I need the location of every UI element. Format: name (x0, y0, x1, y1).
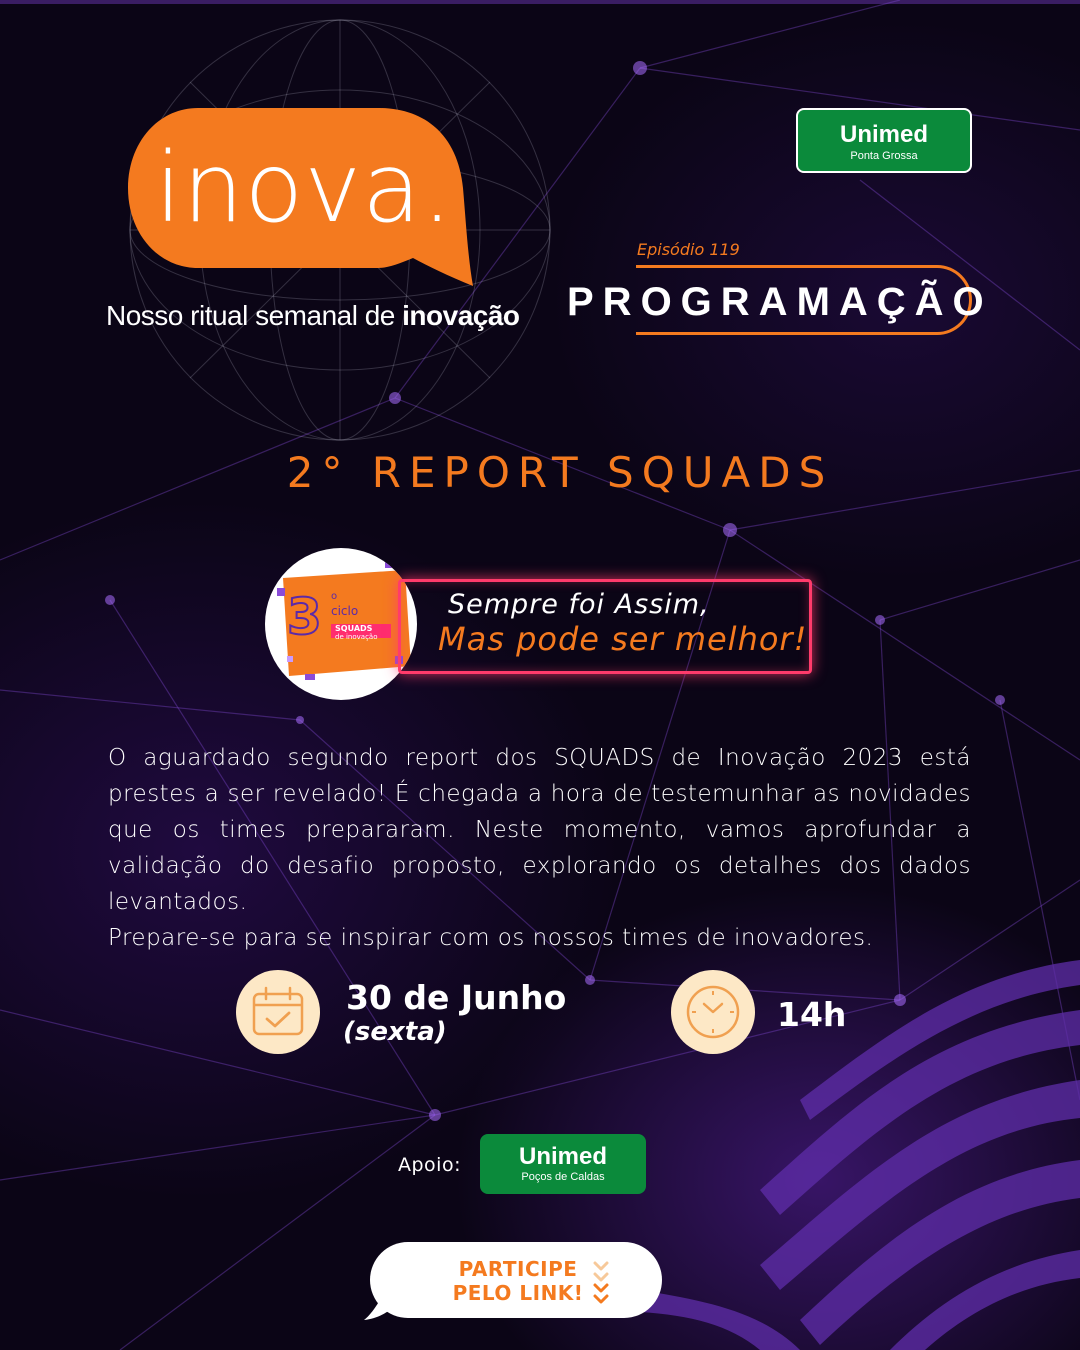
event-weekday: (sexta) (343, 1017, 447, 1047)
cta-label: PARTICIPE PELO LINK! (434, 1257, 602, 1305)
logo-wordmark: inova. (155, 132, 454, 244)
calendar-check-icon (252, 986, 304, 1036)
unimed-ponta-grossa-logo: Unimed Ponta Grossa (796, 108, 972, 173)
tagline-bold: inovação (402, 300, 520, 331)
unimed-name: Unimed (839, 121, 928, 148)
clock-icon (686, 985, 740, 1039)
unimed-city: Ponta Grossa (850, 150, 918, 162)
support-label: Apoio: (398, 1154, 461, 1176)
cta-line-2: PELO LINK! (452, 1281, 584, 1305)
section-title: PROGRAMAÇÃO (567, 280, 993, 324)
event-time: 14h (777, 995, 847, 1034)
report-title: 2° REPORT SQUADS (286, 448, 834, 497)
squads-badge: 3 o ciclo SQUADS de inovação (265, 548, 417, 700)
event-date: 30 de Junho (346, 978, 567, 1017)
support-unimed-name: Unimed (518, 1143, 607, 1170)
squads-label: SQUADS (335, 624, 373, 633)
squads-ciclo: ciclo (331, 604, 359, 618)
description: O aguardado segundo report dos SQUADS de… (108, 740, 971, 956)
slogan-line-1: Sempre foi Assim, (448, 589, 710, 620)
squads-superscript: o (331, 591, 338, 602)
support-unimed-city: Poços de Caldas (521, 1171, 605, 1183)
episode-label: Episódio 119 (637, 240, 740, 259)
calendar-icon-circle (236, 970, 320, 1054)
cta-line-1: PARTICIPE (458, 1257, 578, 1281)
clock-icon-circle (671, 970, 755, 1054)
logo-tagline: Nosso ritual semanal de inovação (106, 300, 520, 332)
squads-number: 3 (286, 588, 323, 646)
participate-link-button[interactable]: PARTICIPE PELO LINK! (362, 1242, 662, 1320)
chevron-double-down-icon (593, 1261, 609, 1304)
tagline-regular: Nosso ritual semanal de (106, 300, 403, 331)
description-closing: Prepare-se para se inspirar com os nosso… (108, 925, 874, 951)
squads-sub: de inovação (335, 633, 378, 641)
description-paragraph: O aguardado segundo report dos SQUADS de… (108, 745, 971, 915)
unimed-pocos-de-caldas-logo: Unimed Poços de Caldas (480, 1134, 646, 1194)
slogan-line-2: Mas pode ser melhor! (438, 620, 808, 658)
